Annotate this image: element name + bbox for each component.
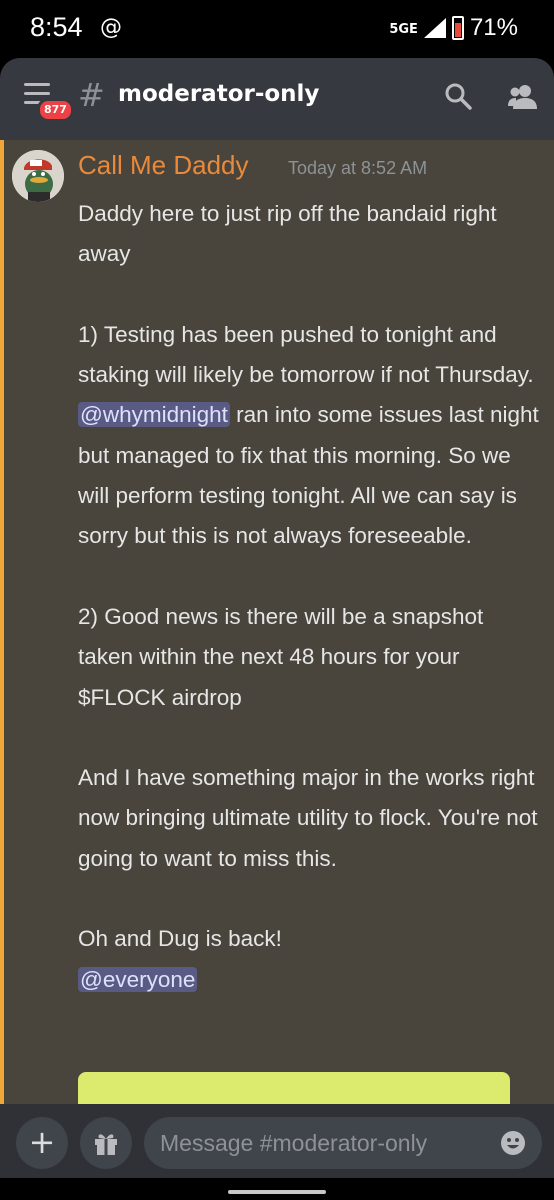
search-icon[interactable] — [444, 82, 472, 110]
message-list[interactable]: Call Me Daddy Today at 8:52 AM Daddy her… — [0, 140, 554, 1104]
battery-icon — [451, 16, 464, 40]
status-time: 8:54 — [30, 12, 83, 42]
status-indicators: 5GE 71% — [389, 14, 518, 42]
message-timestamp: Today at 8:52 AM — [288, 158, 428, 178]
at-notification-icon: @ — [100, 15, 122, 40]
add-attachment-button[interactable]: + — [16, 1117, 68, 1169]
gift-button[interactable] — [80, 1117, 132, 1169]
channel-hash-icon: # — [78, 76, 105, 114]
members-icon[interactable] — [508, 82, 538, 110]
message-input-container[interactable] — [144, 1117, 542, 1169]
status-bar: 8:54 @ 5GE 71% — [0, 0, 554, 58]
gift-icon — [95, 1134, 117, 1155]
emoji-icon[interactable] — [500, 1130, 526, 1156]
channel-header: 877 # moderator-only — [0, 58, 554, 140]
mention-highlight-bar — [0, 140, 4, 1104]
message-embed[interactable] — [78, 1072, 510, 1104]
message-composer: + — [0, 1104, 554, 1178]
battery-percent: 71% — [469, 14, 518, 41]
user-avatar[interactable] — [12, 150, 64, 202]
message-author[interactable]: Call Me Daddy — [78, 150, 249, 181]
gesture-bar — [0, 1178, 554, 1200]
message-paragraph: And I have something major in the works … — [78, 765, 538, 871]
network-type: 5GE — [389, 21, 418, 37]
message-content: Daddy here to just rip off the bandaid r… — [78, 194, 544, 1000]
message-paragraph: @everyone — [78, 960, 544, 1000]
message-input[interactable] — [160, 1117, 490, 1169]
signal-icon — [423, 18, 446, 38]
duck-avatar-icon — [12, 150, 64, 202]
message-paragraph: Daddy here to just rip off the bandaid r… — [78, 201, 497, 267]
channel-title: moderator-only — [118, 81, 320, 107]
everyone-mention[interactable]: @everyone — [78, 966, 198, 992]
message-paragraph: Oh and Dug is back! — [78, 926, 282, 952]
user-mention[interactable]: @whymidnight — [78, 402, 230, 428]
message-paragraph: 2) Good news is there will be a snapshot… — [78, 603, 484, 710]
notification-badge: 877 — [37, 98, 74, 122]
message-paragraph: 1) Testing has been pushed to tonight an… — [78, 321, 539, 549]
home-indicator[interactable] — [228, 1190, 326, 1194]
